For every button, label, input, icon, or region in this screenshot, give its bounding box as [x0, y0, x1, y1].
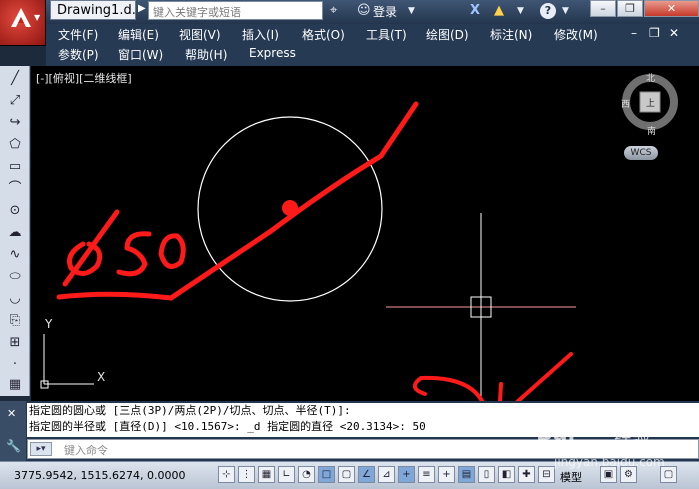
- ellipse-arc-icon[interactable]: ◡: [3, 290, 27, 308]
- construction-line-icon[interactable]: ⤢: [3, 92, 27, 110]
- menu-help[interactable]: 帮助(H): [185, 46, 227, 63]
- annotation-monitor-icon[interactable]: ◧: [498, 466, 515, 483]
- workspace-switch-icon[interactable]: ⚙: [620, 466, 637, 483]
- polar-tracking-icon[interactable]: ◔: [298, 466, 315, 483]
- chevron-down-icon[interactable]: ▼: [408, 6, 415, 16]
- clean-screen-icon[interactable]: ▢: [660, 466, 677, 483]
- search-input[interactable]: 键入关键字或短语: [148, 1, 323, 20]
- status-bar: 3775.9542, 1515.6274, 0.0000 ⊹ ⋮ ▦ ∟ ◔ □…: [0, 461, 699, 489]
- menu-edit[interactable]: 编辑(E): [118, 26, 159, 43]
- hatch-icon[interactable]: ▦: [3, 376, 27, 394]
- quick-view-drawings-icon[interactable]: ✚: [518, 466, 535, 483]
- menu-express[interactable]: Express: [249, 46, 296, 60]
- grid-display-icon[interactable]: ▦: [258, 466, 275, 483]
- command-history-line: 指定圆的半径或 [直径(D)] <10.1567>: _d 指定圆的直径 <20…: [29, 420, 426, 433]
- command-input[interactable]: ▸▾ 键入命令: [27, 439, 699, 459]
- transparency-icon[interactable]: +: [438, 466, 455, 483]
- menu-tools[interactable]: 工具(T): [366, 26, 407, 43]
- command-prompt-icon[interactable]: ▸▾: [30, 442, 52, 456]
- application-menu-button[interactable]: ▼: [0, 0, 46, 46]
- dynamic-input-icon[interactable]: +: [398, 466, 415, 483]
- polygon-icon[interactable]: ⬠: [3, 136, 27, 154]
- chevron-down-icon[interactable]: ▼: [517, 6, 524, 16]
- wrench-icon[interactable]: 🔧: [6, 439, 21, 453]
- line-icon[interactable]: ╱: [3, 70, 27, 88]
- draw-toolbar: ╱ ⤢ ↪ ⬠ ▭ ⌒ ⊙ ☁ ∿ ⬭ ◡ ⎘ ⊞ · ▦: [0, 66, 30, 396]
- quick-properties-icon[interactable]: ▤: [458, 466, 475, 483]
- 3d-object-snap-icon[interactable]: ▢: [338, 466, 355, 483]
- revision-cloud-icon[interactable]: ☁: [3, 224, 27, 242]
- menu-dimension[interactable]: 标注(N): [490, 26, 532, 43]
- compass-north: 北: [646, 74, 656, 84]
- lineweight-icon[interactable]: ≡: [418, 466, 435, 483]
- exchange-icon[interactable]: X: [470, 3, 480, 18]
- maximize-button[interactable]: ❐: [617, 0, 643, 17]
- arc-icon[interactable]: ⌒: [3, 180, 27, 198]
- insert-block-icon[interactable]: ⎘: [3, 312, 27, 330]
- spline-icon[interactable]: ∿: [3, 246, 27, 264]
- document-tab[interactable]: Drawing1.d...: [50, 0, 136, 20]
- rectangle-icon[interactable]: ▭: [3, 158, 27, 176]
- command-input-placeholder: 键入命令: [64, 444, 108, 457]
- autocad-logo-icon: [11, 8, 31, 27]
- menu-view[interactable]: 视图(V): [179, 26, 221, 43]
- menu-insert[interactable]: 插入(I): [242, 26, 279, 43]
- mdi-close-button[interactable]: ✕: [669, 26, 679, 40]
- menu-bar: 文件(F) 编辑(E) 视图(V) 插入(I) 格式(O) 工具(T) 绘图(D…: [46, 24, 699, 66]
- mdi-minimize-button[interactable]: –: [631, 26, 637, 40]
- cursor-coordinates: 3775.9542, 1515.6274, 0.0000: [14, 469, 186, 482]
- tab-overflow-icon[interactable]: ▶: [138, 3, 146, 14]
- mdi-restore-button[interactable]: ❐: [649, 26, 660, 40]
- circle-icon[interactable]: ⊙: [3, 202, 27, 220]
- ucs-icon: [40, 334, 94, 389]
- snap-mode-icon[interactable]: ⋮: [238, 466, 255, 483]
- login-button[interactable]: 登录: [373, 3, 397, 20]
- compass-west: 西: [621, 100, 631, 110]
- user-icon[interactable]: ☺: [357, 3, 371, 18]
- selection-cycling-icon[interactable]: ▯: [478, 466, 495, 483]
- menu-file[interactable]: 文件(F): [58, 26, 98, 43]
- command-window: ✕ 🔧 指定圆的圆心或 [三点(3P)/两点(2P)/切点、切点、半径(T)]:…: [0, 401, 699, 461]
- menu-modify[interactable]: 修改(M): [554, 26, 598, 43]
- red-annotations: [56, 101, 573, 401]
- ucs-x-label: X: [97, 370, 106, 384]
- object-snap-tracking-icon[interactable]: ∠: [358, 466, 375, 483]
- viewcube-top-face[interactable]: 上: [646, 96, 655, 109]
- chevron-down-icon: ▼: [34, 13, 41, 22]
- command-window-handle[interactable]: ✕ 🔧: [0, 401, 26, 461]
- alert-icon[interactable]: ▲: [494, 3, 504, 18]
- maximize-viewport-icon[interactable]: ▣: [600, 466, 617, 483]
- wcs-menu[interactable]: WCS: [624, 146, 658, 160]
- infer-constraints-icon[interactable]: ⊹: [218, 466, 235, 483]
- ucs-y-label: Y: [45, 317, 53, 331]
- chevron-down-icon[interactable]: ▼: [562, 6, 569, 16]
- model-space-button[interactable]: 模型: [560, 469, 582, 485]
- command-history: 指定圆的圆心或 [三点(3P)/两点(2P)/切点、切点、半径(T)]: 指定圆…: [27, 403, 699, 437]
- minimize-button[interactable]: –: [590, 0, 616, 17]
- binoculars-icon[interactable]: ⌖: [330, 3, 337, 18]
- point-icon[interactable]: ·: [3, 356, 27, 374]
- close-button[interactable]: ✕: [644, 0, 699, 17]
- dynamic-ucs-icon[interactable]: ⊿: [378, 466, 395, 483]
- drawing-canvas[interactable]: [-][俯视][二维线框] 北 南 西 上 WCS Y X: [31, 66, 699, 401]
- quick-view-layouts-icon[interactable]: ⊟: [538, 466, 555, 483]
- drawing-svg: [40, 74, 678, 401]
- menu-window[interactable]: 窗口(W): [118, 46, 163, 63]
- object-snap-icon[interactable]: □: [318, 466, 335, 483]
- polyline-icon[interactable]: ↪: [3, 114, 27, 132]
- menu-format[interactable]: 格式(O): [302, 26, 345, 43]
- title-bar: ▼ Drawing1.d... ▶ 键入关键字或短语 ⌖ ☺ 登录 ▼ X ▲ …: [0, 0, 699, 46]
- help-icon[interactable]: ?: [540, 3, 556, 19]
- compass-south: 南: [647, 127, 657, 137]
- close-icon[interactable]: ✕: [7, 407, 16, 420]
- ortho-mode-icon[interactable]: ∟: [278, 466, 295, 483]
- command-history-line: 指定圆的圆心或 [三点(3P)/两点(2P)/切点、切点、半径(T)]:: [29, 404, 351, 417]
- ellipse-icon[interactable]: ⬭: [3, 268, 27, 286]
- menu-parametric[interactable]: 参数(P): [58, 46, 99, 63]
- menu-draw[interactable]: 绘图(D): [426, 26, 469, 43]
- make-block-icon[interactable]: ⊞: [3, 334, 27, 352]
